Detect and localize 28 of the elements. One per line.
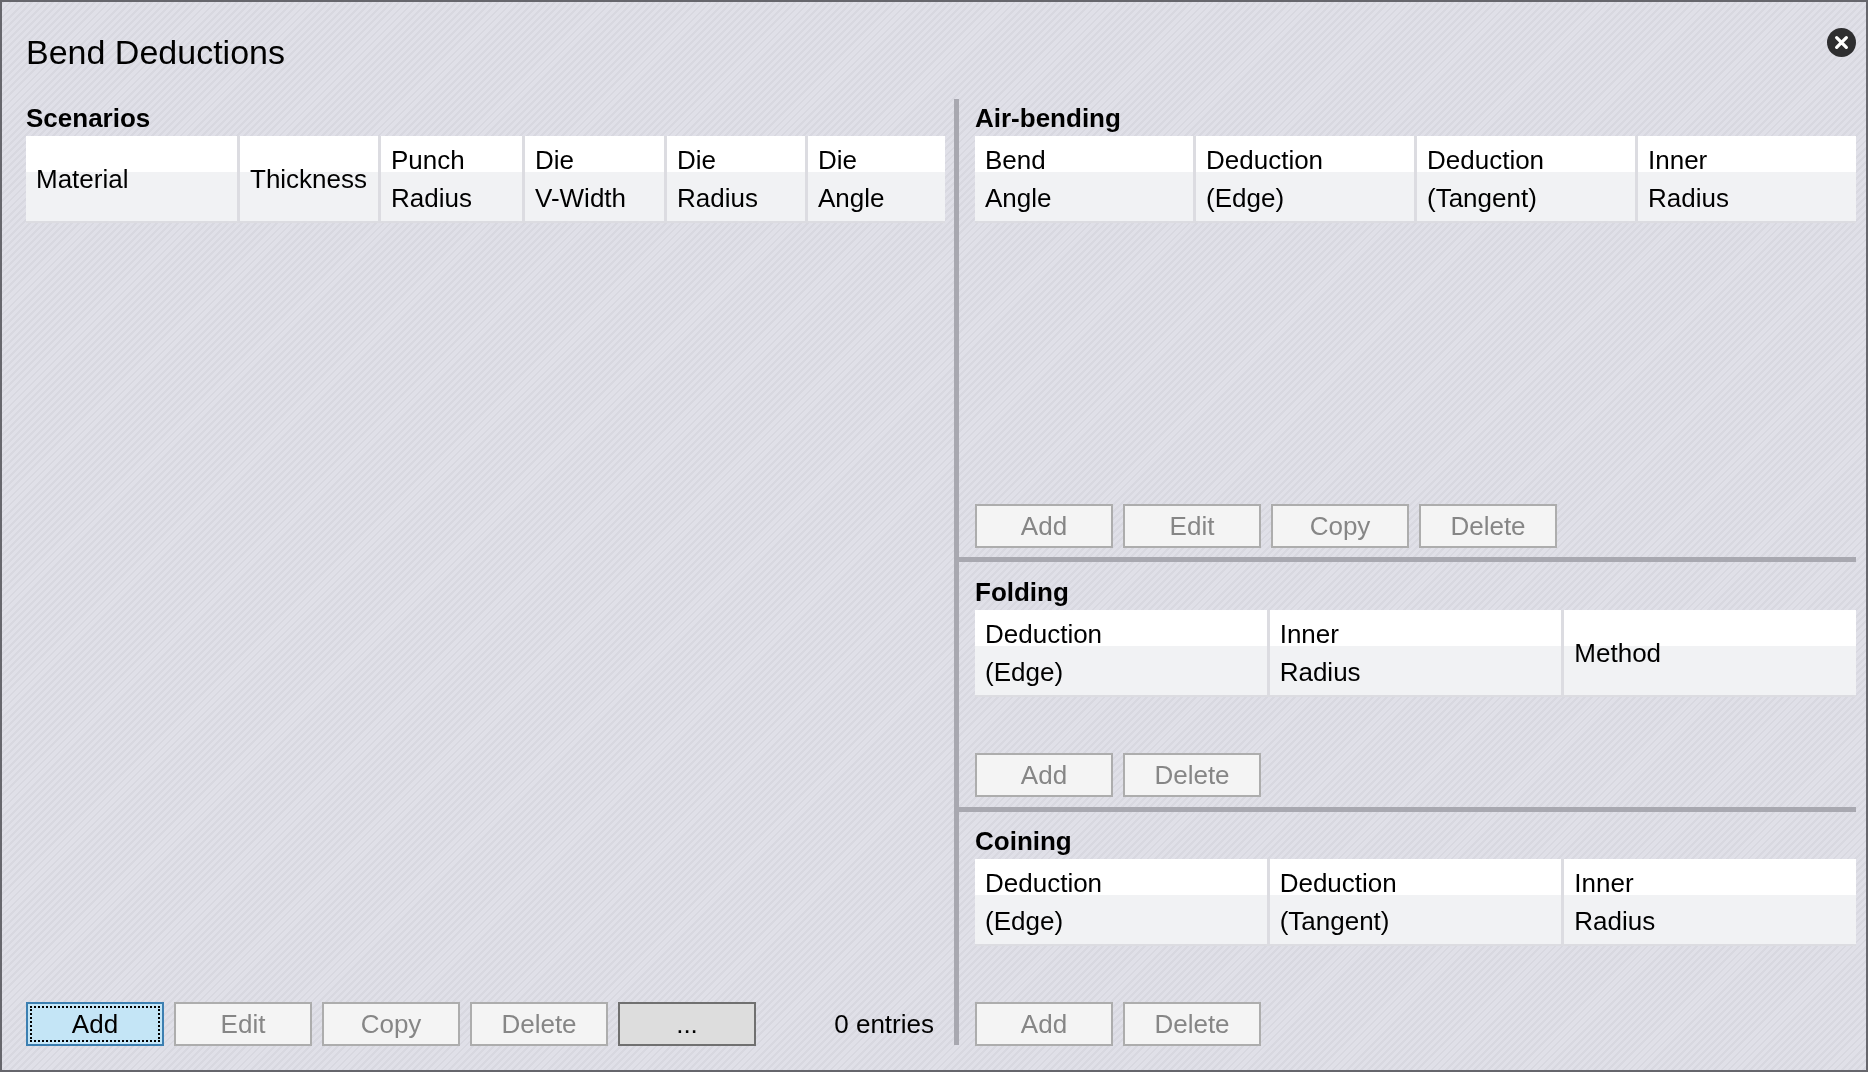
column-header[interactable]: Die Angle (808, 136, 945, 221)
entry-count: 0 entries (834, 1008, 935, 1040)
column-header[interactable]: Inner Radius (1638, 136, 1856, 221)
column-header[interactable]: Material (26, 136, 237, 221)
action-button[interactable]: ... (618, 1002, 756, 1046)
column-header[interactable]: Deduction (Edge) (975, 859, 1267, 944)
column-header[interactable]: Die V-Width (525, 136, 664, 221)
section-title: Scenarios (26, 103, 152, 133)
column-header[interactable]: Bend Angle (975, 136, 1193, 221)
column-header[interactable]: Deduction (Edge) (975, 610, 1267, 695)
column-header[interactable]: Deduction (Tangent) (1269, 859, 1562, 944)
column-header[interactable]: Deduction (Edge) (1196, 136, 1414, 221)
window-title: Bend Deductions (26, 32, 285, 73)
action-button[interactable]: Add (26, 1002, 164, 1046)
pane-splitter[interactable] (954, 99, 959, 1045)
close-icon[interactable] (1827, 28, 1856, 57)
section-title: Air-bending (975, 103, 1122, 133)
column-header[interactable]: Method (1564, 610, 1856, 695)
section-title: Coining (975, 826, 1073, 856)
column-header[interactable]: Deduction (Tangent) (1417, 136, 1635, 221)
pane-splitter[interactable] (959, 807, 1856, 812)
section-title: Folding (975, 577, 1070, 607)
column-header[interactable]: Inner Radius (1564, 859, 1856, 944)
column-header[interactable]: Die Radius (667, 136, 805, 221)
column-header[interactable]: Punch Radius (381, 136, 522, 221)
pane-splitter[interactable] (959, 557, 1856, 562)
column-header[interactable]: Inner Radius (1269, 610, 1562, 695)
column-header[interactable]: Thickness (240, 136, 378, 221)
